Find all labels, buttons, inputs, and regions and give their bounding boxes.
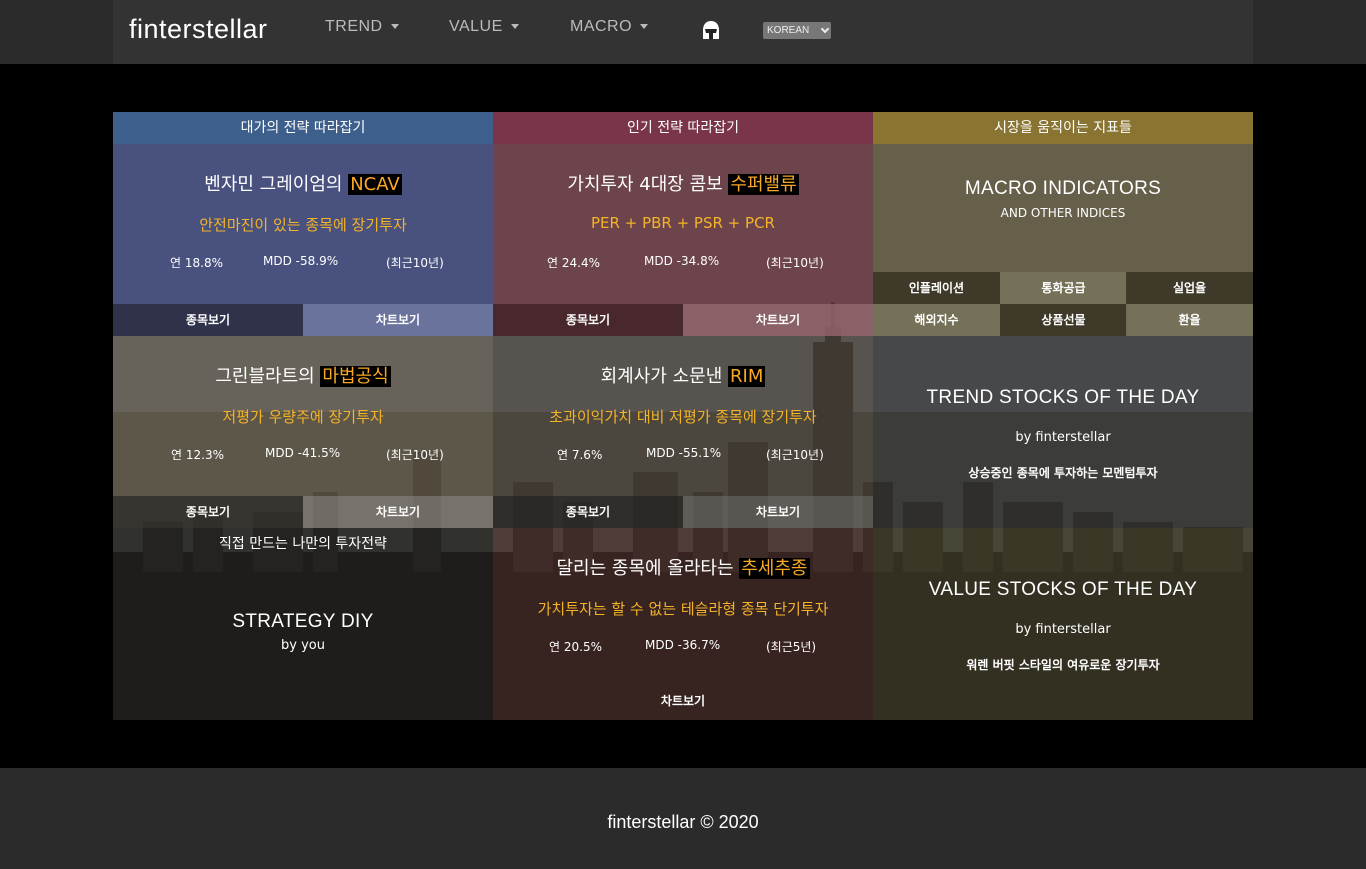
language-value: KOREAN (767, 25, 810, 36)
subtitle-trend-following: 가치투자는 할 수 없는 테슬라형 종목 단기투자 (537, 600, 829, 618)
stat-mdd: MDD -41.5% (265, 446, 341, 460)
stat-cagr: 연 20.5% (549, 640, 602, 654)
stat-cagr: 연 12.3% (171, 448, 224, 462)
title-supervalue-highlight: 수퍼밸류 (728, 174, 799, 195)
value-stocks-by: by finterstellar (1015, 622, 1111, 637)
header-macro: 시장을 움직이는 지표들 (873, 112, 1253, 144)
title-ncav-highlight: NCAV (348, 174, 402, 195)
diy-by: by you (281, 638, 325, 653)
trend-stocks-by: by finterstellar (1015, 430, 1111, 445)
nav-trend-dropdown[interactable]: TREND (325, 18, 399, 36)
chevron-down-icon (820, 24, 830, 34)
caret-down-icon (510, 24, 519, 30)
title-supervalue-prefix: 가치투자 4대장 콤보 (567, 174, 729, 195)
nav-macro-label: MACRO (570, 18, 633, 35)
trend-chart-button[interactable]: 차트보기 (588, 685, 778, 717)
nav-macro-dropdown[interactable]: MACRO (570, 18, 649, 36)
stat-period: (최근10년) (386, 448, 444, 462)
title-rim: 회계사가 소문낸 RIM (493, 362, 873, 388)
subtitle-supervalue: PER + PBR + PSR + PCR (591, 214, 775, 232)
user-avatar-icon[interactable] (700, 19, 722, 41)
caret-down-icon (390, 24, 399, 30)
rim-chart-button[interactable]: 차트보기 (683, 496, 873, 528)
nav-value-dropdown[interactable]: VALUE (449, 18, 519, 36)
footer: finterstellar © 2020 (0, 768, 1366, 869)
stat-cagr: 연 18.8% (170, 256, 223, 270)
stat-mdd: MDD -58.9% (263, 254, 339, 268)
caret-down-icon (640, 24, 649, 30)
header-diy: 직접 만드는 나만의 투자전략 (219, 536, 387, 552)
trend-stocks-desc: 상승중인 종목에 투자하는 모멘텀투자 (968, 466, 1158, 480)
stat-cagr: 연 24.4% (547, 256, 600, 270)
header-popular: 인기 전략 따라잡기 (493, 112, 873, 144)
diy-title: STRATEGY DIY (232, 611, 374, 632)
title-magic-highlight: 마법공식 (320, 366, 391, 387)
title-trend-highlight: 추세추종 (739, 558, 810, 579)
supervalue-stocks-button[interactable]: 종목보기 (493, 304, 683, 336)
supervalue-chart-button[interactable]: 차트보기 (683, 304, 873, 336)
strategy-grid: 대가의 전략 따라잡기 벤자민 그레이엄의 NCAV 안전마진이 있는 종목에 … (113, 112, 1253, 720)
title-rim-prefix: 회계사가 소문낸 (600, 366, 728, 387)
title-ncav-prefix: 벤자민 그레이엄의 (204, 174, 349, 195)
subtitle-rim: 초과이익가치 대비 저평가 종목에 장기투자 (549, 408, 817, 426)
rim-stocks-button[interactable]: 종목보기 (493, 496, 683, 528)
title-trend-following: 달리는 종목에 올라타는 추세추종 (493, 554, 873, 580)
value-stocks-desc: 워렌 버핏 스타일의 여유로운 장기투자 (966, 658, 1160, 672)
title-supervalue: 가치투자 4대장 콤보 수퍼밸류 (493, 170, 873, 196)
macro-money-supply-button[interactable]: 통화공급 (1000, 272, 1127, 304)
stat-period: (최근10년) (386, 256, 444, 270)
nav-value-label: VALUE (449, 18, 503, 35)
top-navbar: finterstellar TREND VALUE MACRO KOREAN (0, 0, 1366, 64)
macro-commodity-button[interactable]: 상품선물 (1000, 304, 1127, 336)
value-stocks-title: VALUE STOCKS OF THE DAY (928, 579, 1198, 600)
trend-stocks-title: TREND STOCKS OF THE DAY (926, 387, 1200, 408)
stat-cagr: 연 7.6% (557, 448, 603, 462)
subtitle-magic-formula: 저평가 우량주에 장기투자 (222, 408, 384, 426)
title-trend-prefix: 달리는 종목에 올라타는 (556, 558, 740, 579)
title-rim-highlight: RIM (728, 366, 766, 387)
macro-global-index-button[interactable]: 해외지수 (873, 304, 1000, 336)
stat-period: (최근10년) (766, 256, 824, 270)
stat-mdd: MDD -55.1% (646, 446, 722, 460)
macro-fx-button[interactable]: 환율 (1126, 304, 1253, 336)
stat-mdd: MDD -36.7% (645, 638, 721, 652)
navbar-container: finterstellar TREND VALUE MACRO KOREAN (113, 0, 1253, 64)
ncav-stocks-button[interactable]: 종목보기 (113, 304, 303, 336)
magic-chart-button[interactable]: 차트보기 (303, 496, 493, 528)
ncav-chart-button[interactable]: 차트보기 (303, 304, 493, 336)
subtitle-ncav: 안전마진이 있는 종목에 장기투자 (199, 216, 407, 234)
macro-inflation-button[interactable]: 인플레이션 (873, 272, 1000, 304)
brand-logo[interactable]: finterstellar (129, 14, 268, 45)
stat-period: (최근5년) (766, 640, 817, 654)
footer-copyright: finterstellar © 2020 (607, 812, 759, 832)
stat-mdd: MDD -34.8% (644, 254, 720, 268)
title-magic-formula: 그린블라트의 마법공식 (113, 362, 493, 388)
language-select[interactable]: KOREAN (763, 22, 831, 39)
title-magic-prefix: 그린블라트의 (215, 366, 321, 387)
title-ncav: 벤자민 그레이엄의 NCAV (113, 170, 493, 196)
stat-period: (최근10년) (766, 448, 824, 462)
macro-unemployment-button[interactable]: 실업율 (1126, 272, 1253, 304)
macro-title: MACRO INDICATORS (964, 178, 1162, 199)
magic-stocks-button[interactable]: 종목보기 (113, 496, 303, 528)
nav-trend-label: TREND (325, 18, 383, 35)
macro-subtitle: AND OTHER INDICES (1000, 206, 1126, 220)
header-masters: 대가의 전략 따라잡기 (113, 112, 493, 144)
